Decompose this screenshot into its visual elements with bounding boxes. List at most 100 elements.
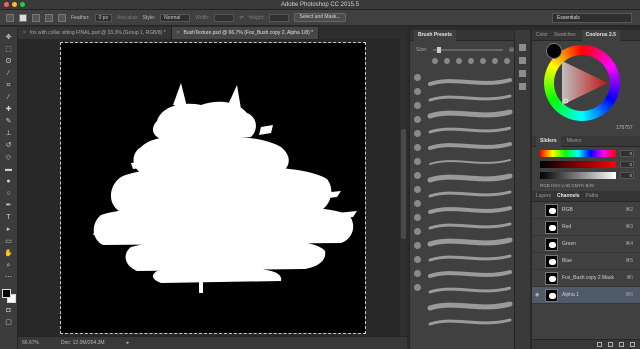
brightness-slider[interactable] [540, 172, 616, 179]
subtract-from-selection-icon[interactable] [45, 13, 53, 22]
channel-row-alpha-1[interactable]: ◉ Alpha 1 ⌘6 [532, 287, 640, 304]
tab-color[interactable]: Color [536, 32, 548, 38]
channel-row-blue[interactable]: Blue ⌘5 [532, 253, 640, 270]
zoom-window-icon[interactable] [20, 2, 25, 7]
brush-tip[interactable] [456, 58, 462, 64]
tab-sliders[interactable]: Sliders [536, 135, 561, 147]
channel-shortcut: ⌘\ [626, 275, 633, 281]
workspace-select[interactable]: Essentials [552, 13, 632, 23]
channel-row-red[interactable]: Red ⌘3 [532, 219, 640, 236]
canvas-area[interactable] [18, 39, 407, 336]
brush-tip[interactable] [480, 58, 486, 64]
history-brush-tool-icon[interactable]: ↺ [4, 141, 14, 150]
adjustments-panel-icon[interactable] [519, 70, 526, 77]
eyedropper-tool-icon[interactable]: ⁄ [4, 93, 14, 102]
channel-shortcut: ⌘4 [625, 241, 633, 247]
slider-value[interactable]: 0 [620, 161, 634, 168]
magic-wand-tool-icon[interactable]: ⁄ [4, 69, 14, 78]
tab-paths[interactable]: Paths [586, 193, 599, 199]
brush-size-slider[interactable] [433, 47, 504, 53]
brush-tip[interactable] [492, 58, 498, 64]
style-select[interactable]: Normal [160, 13, 191, 22]
antialias-checkbox[interactable]: Anti-alias [117, 15, 138, 21]
dodge-tool-icon[interactable]: ○ [4, 189, 14, 198]
foreground-color-swatch[interactable] [1, 289, 11, 298]
tab-swatches[interactable]: Swatches [554, 32, 576, 38]
intersect-selection-icon[interactable] [58, 13, 66, 22]
visibility-eye-icon[interactable]: ◉ [535, 292, 541, 298]
height-input[interactable] [269, 13, 290, 22]
hex-value[interactable]: 175757 [616, 125, 633, 131]
add-to-selection-icon[interactable] [32, 13, 40, 22]
scrollbar-thumb[interactable] [401, 129, 406, 239]
width-input[interactable] [214, 13, 235, 22]
screen-mode-icon[interactable]: ▢ [4, 318, 14, 327]
lasso-tool-icon[interactable]: ʘ [4, 57, 14, 66]
eraser-tool-icon[interactable]: ◇ [4, 153, 14, 162]
history-panel-icon[interactable] [519, 44, 526, 51]
new-channel-icon[interactable] [619, 342, 624, 347]
channel-row-green[interactable]: Green ⌘4 [532, 236, 640, 253]
libraries-panel-icon[interactable] [519, 83, 526, 90]
brush-tool-icon[interactable]: ✎ [4, 117, 14, 126]
pen-tool-icon[interactable]: ✒ [4, 201, 14, 210]
hue-slider[interactable] [540, 150, 616, 157]
brush-tip[interactable] [504, 58, 510, 64]
channel-thumbnail [545, 203, 558, 217]
load-selection-icon[interactable] [597, 342, 602, 347]
current-color-swatch[interactable] [546, 43, 562, 59]
minimize-window-icon[interactable] [12, 2, 17, 7]
delete-channel-icon[interactable] [630, 342, 635, 347]
brush-stroke-previews[interactable] [410, 70, 530, 349]
close-tab-icon[interactable]: × [177, 30, 180, 36]
tab-channels[interactable]: Channels [557, 193, 580, 199]
blur-tool-icon[interactable]: ● [4, 177, 14, 186]
slider-value[interactable]: 0 [620, 172, 634, 179]
channel-thumbnail [545, 237, 558, 251]
brush-tip[interactable] [444, 58, 450, 64]
feather-input[interactable]: 0 px [94, 13, 113, 22]
brush-panel-header: Brush Presets ≡ [410, 29, 529, 41]
doc-size-info[interactable]: Doc: 12.0M/264.3M [61, 340, 105, 346]
zoom-tool-icon[interactable]: ⌕ [4, 261, 14, 270]
clone-stamp-tool-icon[interactable]: ⊥ [4, 129, 14, 138]
doc-tab-fox[interactable]: × fox with collar sitting FINAL.psd @ 33… [18, 27, 172, 39]
hand-tool-icon[interactable]: ✋ [4, 249, 14, 258]
brush-tip[interactable] [432, 58, 438, 64]
color-mode-selector[interactable]: RGB HSV LAB CMYK B/W [540, 183, 594, 188]
tab-brush-presets[interactable]: Brush Presets [414, 29, 456, 41]
zoom-level[interactable]: 66.67% [22, 340, 39, 346]
doc-tab-bushtexture[interactable]: × BushTexture.psd @ 66.7% (Fox_Bush copy… [171, 27, 320, 39]
move-tool-icon[interactable]: ✥ [4, 33, 14, 42]
gradient-tool-icon[interactable]: ▬ [4, 165, 14, 174]
properties-panel-icon[interactable] [519, 57, 526, 64]
save-selection-icon[interactable] [608, 342, 613, 347]
tab-coolorus[interactable]: Coolorus 2.5 [581, 29, 620, 41]
crop-tool-icon[interactable]: ⌗ [4, 81, 14, 90]
close-tab-icon[interactable]: × [23, 30, 26, 36]
healing-brush-tool-icon[interactable]: ✚ [4, 105, 14, 114]
slider-value[interactable]: 0 [620, 150, 634, 157]
rectangle-tool-icon[interactable]: ▭ [4, 237, 14, 246]
tab-mixers[interactable]: Mixers [567, 138, 582, 144]
new-selection-icon[interactable] [19, 13, 27, 22]
status-menu-icon[interactable]: ▸ [127, 340, 130, 346]
type-tool-icon[interactable]: T [4, 213, 14, 222]
marquee-tool-preset-icon[interactable] [6, 13, 14, 22]
channel-row-mask[interactable]: Fox_Bush copy 2 Mask ⌘\ [532, 270, 640, 287]
channel-name: Fox_Bush copy 2 Mask [562, 275, 614, 281]
canvas-vertical-scrollbar[interactable] [400, 39, 407, 336]
saturation-slider[interactable] [540, 161, 616, 168]
tab-layers[interactable]: Layers [536, 193, 551, 199]
marquee-tool-icon[interactable]: ⬚ [4, 45, 14, 54]
path-selection-tool-icon[interactable]: ▸ [4, 225, 14, 234]
more-tools-icon[interactable]: ⋯ [4, 273, 14, 282]
close-window-icon[interactable] [4, 2, 9, 7]
quick-mask-icon[interactable]: ◘ [4, 306, 14, 315]
color-swatches[interactable] [1, 289, 16, 303]
swap-dimensions-icon[interactable]: ⇄ [239, 15, 243, 21]
channel-row-rgb[interactable]: RGB ⌘2 [532, 202, 640, 219]
document-canvas[interactable] [60, 42, 366, 334]
brush-tip[interactable] [468, 58, 474, 64]
select-and-mask-button[interactable]: Select and Mask... [294, 13, 346, 22]
